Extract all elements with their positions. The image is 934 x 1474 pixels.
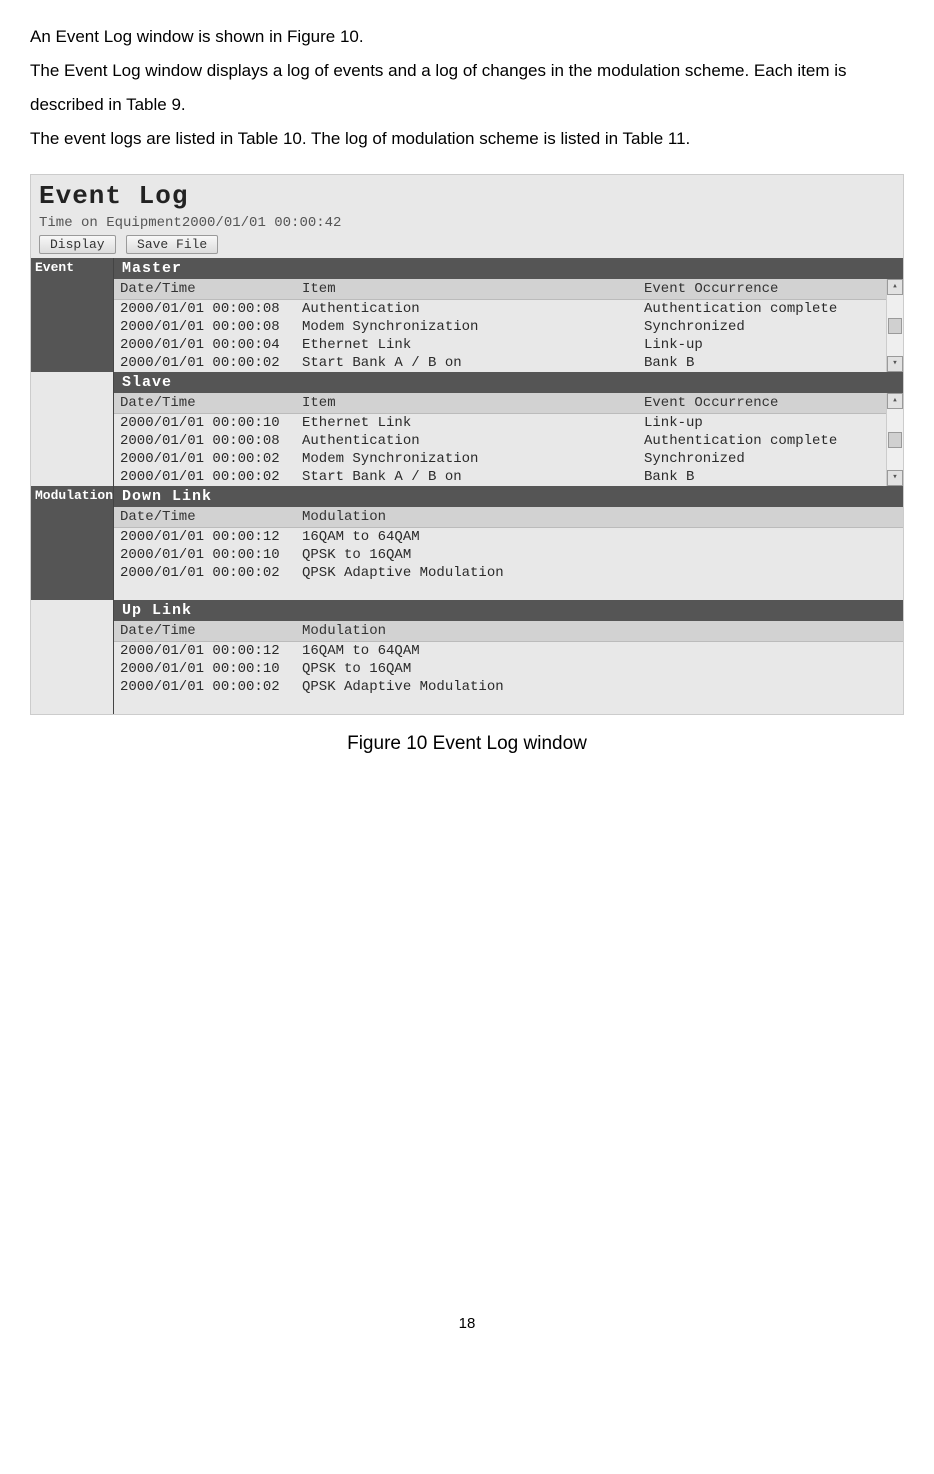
side-label-modulation: Modulation <box>31 486 114 600</box>
table-row: 2000/01/01 00:00:1216QAM to 64QAM <box>114 642 903 661</box>
col-event-occurrence: Event Occurrence <box>638 279 886 300</box>
save-file-button[interactable]: Save File <box>126 235 218 254</box>
group-header-master: Master <box>114 258 903 279</box>
col-datetime: Date/Time <box>114 393 296 414</box>
col-datetime: Date/Time <box>114 507 296 528</box>
side-label-event: Event <box>31 258 114 372</box>
table-row: 2000/01/01 00:00:04Ethernet LinkLink-up <box>114 336 886 354</box>
slave-table: Date/Time Item Event Occurrence 2000/01/… <box>114 393 886 486</box>
window-title: Event Log <box>31 175 903 213</box>
scroll-down-icon[interactable]: ▾ <box>887 356 903 372</box>
table-row: 2000/01/01 00:00:02Start Bank A / B onBa… <box>114 468 886 486</box>
col-modulation: Modulation <box>296 621 903 642</box>
table-row: 2000/01/01 00:00:10QPSK to 16QAM <box>114 546 903 564</box>
figure-caption: Figure 10 Event Log window <box>30 733 904 755</box>
table-row: 2000/01/01 00:00:02Modem Synchronization… <box>114 450 886 468</box>
group-header-slave: Slave <box>114 372 903 393</box>
table-row: 2000/01/01 00:00:10QPSK to 16QAM <box>114 660 903 678</box>
scroll-up-icon[interactable]: ▴ <box>887 279 903 295</box>
uplink-table: Date/Time Modulation 2000/01/01 00:00:12… <box>114 621 903 696</box>
col-datetime: Date/Time <box>114 621 296 642</box>
intro-line-3: The event logs are listed in Table 10. T… <box>30 129 690 148</box>
side-label-blank <box>31 372 114 486</box>
table-row: 2000/01/01 00:00:1216QAM to 64QAM <box>114 528 903 547</box>
intro-line-2: The Event Log window displays a log of e… <box>30 61 846 114</box>
table-row: 2000/01/01 00:00:02Start Bank A / B onBa… <box>114 354 886 372</box>
master-table: Date/Time Item Event Occurrence 2000/01/… <box>114 279 886 372</box>
scroll-up-icon[interactable]: ▴ <box>887 393 903 409</box>
scroll-down-icon[interactable]: ▾ <box>887 470 903 486</box>
group-header-uplink: Up Link <box>114 600 903 621</box>
intro-line-1: An Event Log window is shown in Figure 1… <box>30 27 364 46</box>
scroll-thumb[interactable] <box>888 318 902 334</box>
col-datetime: Date/Time <box>114 279 296 300</box>
table-row: 2000/01/01 00:00:10Ethernet LinkLink-up <box>114 414 886 433</box>
group-header-downlink: Down Link <box>114 486 903 507</box>
table-row: 2000/01/01 00:00:08AuthenticationAuthent… <box>114 432 886 450</box>
display-button[interactable]: Display <box>39 235 116 254</box>
time-label: Time on Equipment <box>39 215 182 231</box>
side-label-blank <box>31 600 114 714</box>
downlink-table: Date/Time Modulation 2000/01/01 00:00:12… <box>114 507 903 582</box>
col-item: Item <box>296 279 638 300</box>
intro-paragraph: An Event Log window is shown in Figure 1… <box>30 20 904 156</box>
col-item: Item <box>296 393 638 414</box>
col-event-occurrence: Event Occurrence <box>638 393 886 414</box>
table-row: 2000/01/01 00:00:08Modem Synchronization… <box>114 318 886 336</box>
page-number: 18 <box>30 1315 904 1332</box>
col-modulation: Modulation <box>296 507 903 528</box>
table-row: 2000/01/01 00:00:02QPSK Adaptive Modulat… <box>114 564 903 582</box>
table-row: 2000/01/01 00:00:02QPSK Adaptive Modulat… <box>114 678 903 696</box>
event-log-figure: Event Log Time on Equipment2000/01/01 00… <box>30 174 904 715</box>
table-row: 2000/01/01 00:00:08AuthenticationAuthent… <box>114 300 886 319</box>
scrollbar[interactable]: ▴ ▾ <box>886 393 903 486</box>
time-value: 2000/01/01 00:00:42 <box>182 215 342 231</box>
equipment-time: Time on Equipment2000/01/01 00:00:42 <box>31 213 903 235</box>
scroll-thumb[interactable] <box>888 432 902 448</box>
scrollbar[interactable]: ▴ ▾ <box>886 279 903 372</box>
